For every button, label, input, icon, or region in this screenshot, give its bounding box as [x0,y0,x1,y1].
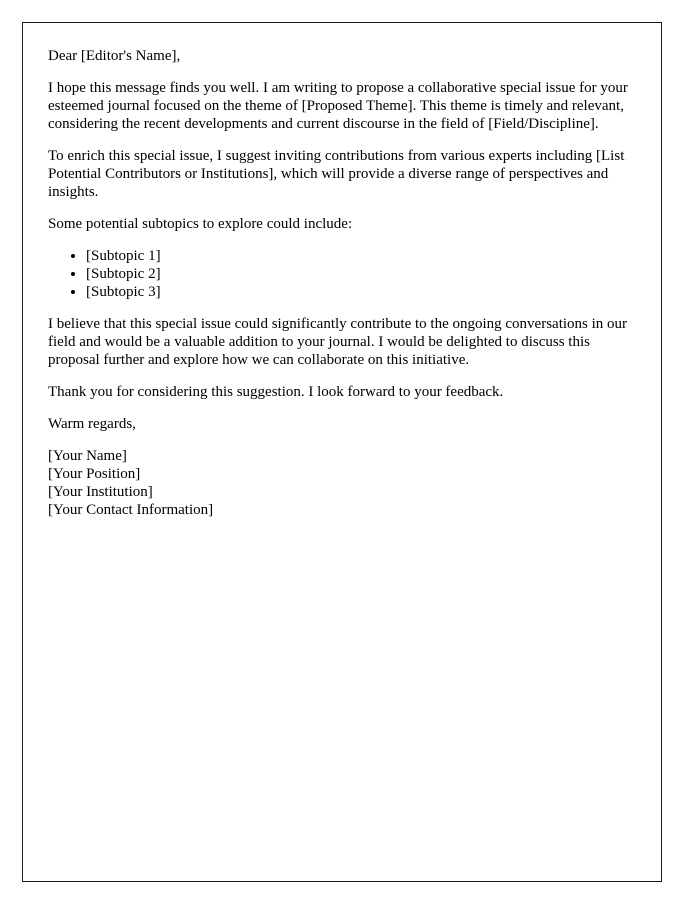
signature-institution: [Your Institution] [48,484,153,500]
paragraph-thanks: Thank you for considering this suggestio… [48,384,504,400]
subtopic-list: [Subtopic 1] [Subtopic 2] [Subtopic 3] [48,247,637,301]
document-page-frame: Dear [Editor's Name], I hope this messag… [22,22,662,882]
letter-body: Dear [Editor's Name], I hope this messag… [48,47,637,519]
signature-name: [Your Name] [48,448,127,464]
letter-closing: Warm regards, [48,416,136,432]
paragraph-intro: I hope this message finds you well. I am… [48,80,628,132]
list-item: [Subtopic 1] [86,247,637,265]
paragraph-list-intro: Some potential subtopics to explore coul… [48,216,353,232]
paragraph-belief: I believe that this special issue could … [48,316,628,368]
signature-contact: [Your Contact Information] [48,502,214,518]
paragraph-contributors: To enrich this special issue, I suggest … [48,148,625,200]
list-item: [Subtopic 3] [86,283,637,301]
signature-block: [Your Name] [Your Position] [Your Instit… [48,447,637,519]
signature-position: [Your Position] [48,466,141,482]
letter-salutation: Dear [Editor's Name], [48,48,181,64]
list-item: [Subtopic 2] [86,265,637,283]
